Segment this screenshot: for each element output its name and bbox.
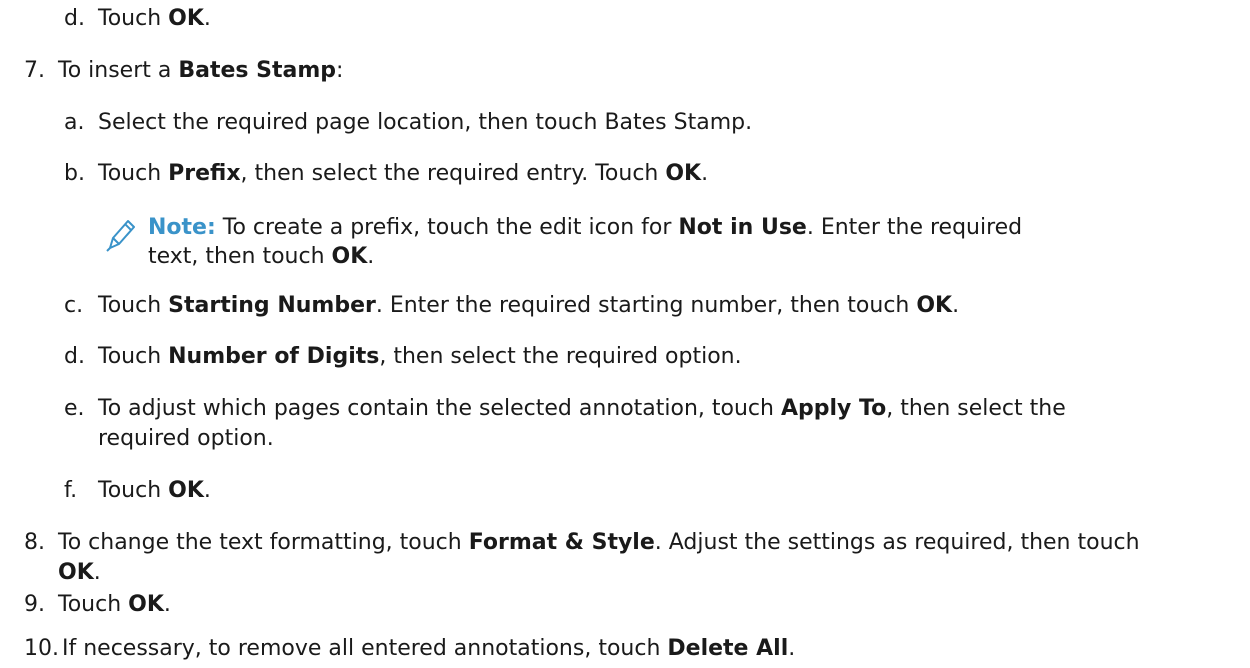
step-text-line-2: required option. — [98, 426, 274, 451]
text-run: To change the text formatting, touch — [58, 530, 469, 555]
bold-run: Format & Style — [468, 530, 655, 555]
pencil-icon — [104, 215, 144, 255]
text-run: Touch — [98, 161, 169, 186]
text-run: To create a prefix, touch the edit icon … — [215, 215, 679, 240]
step-marker: d. — [64, 344, 85, 369]
step-text-line-1: To change the text formatting, touch For… — [58, 528, 1140, 558]
bold-run: Number of Digits — [168, 344, 380, 369]
bold-run: OK — [128, 592, 164, 617]
text-run: , then select the required entry. Touch — [240, 161, 666, 186]
bold-run: OK — [331, 244, 368, 269]
bold-run: Starting Number — [168, 293, 376, 318]
step-text-line-2: OK. — [58, 558, 101, 588]
step-text: Select the required page location, then … — [98, 110, 753, 135]
text-run: . Enter the required — [806, 215, 1023, 240]
step-text: Touch Number of Digits, then select the … — [98, 342, 742, 372]
text-run: Touch — [98, 293, 169, 318]
text-run: Touch — [98, 478, 169, 503]
bold-run: Delete All — [667, 636, 789, 661]
step-marker: 10. — [24, 636, 59, 661]
note-line-2: text, then touch OK. — [148, 242, 374, 272]
text-run: text, then touch — [148, 244, 332, 269]
note-label: Note: — [148, 215, 216, 240]
step-marker: 8. — [24, 530, 45, 555]
step-marker: 9. — [24, 592, 45, 617]
bold-run: OK — [58, 560, 94, 585]
text-run: Touch — [98, 344, 169, 369]
step-text: Touch Starting Number. Enter the require… — [98, 291, 959, 321]
text-run: . — [163, 592, 171, 617]
text-run: . — [367, 244, 375, 269]
step-text: Touch Prefix, then select the required e… — [98, 159, 708, 189]
text-run: . — [788, 636, 796, 661]
note-line-1: Note: To create a prefix, touch the edit… — [148, 213, 1022, 243]
bold-run: Apply To — [780, 396, 887, 421]
bold-run: Not in Use — [678, 215, 807, 240]
text-run: . Adjust the settings as required, then … — [654, 530, 1140, 555]
step-marker: b. — [64, 161, 85, 186]
text-run: Touch — [98, 6, 169, 31]
step-text: Touch OK. — [58, 590, 171, 620]
text-run: . — [701, 161, 709, 186]
text-run: Touch — [58, 592, 129, 617]
step-text: Touch OK. — [98, 4, 211, 34]
text-run: . Enter the required starting number, th… — [375, 293, 917, 318]
step-marker: f. — [64, 478, 78, 503]
text-run: . — [952, 293, 960, 318]
text-run: To insert a — [58, 58, 179, 83]
step-text: Touch OK. — [98, 476, 211, 506]
bold-run: OK — [916, 293, 953, 318]
bold-run: Prefix — [168, 161, 241, 186]
step-marker: d. — [64, 6, 85, 31]
bold-run: OK — [168, 6, 204, 31]
step-text-line-1: To adjust which pages contain the select… — [98, 394, 1066, 424]
text-run: : — [336, 58, 344, 83]
step-marker: a. — [64, 110, 85, 135]
pencil-icon-svg — [106, 220, 135, 252]
text-run: , then select the — [886, 396, 1066, 421]
step-text: If necessary, to remove all entered anno… — [62, 634, 795, 664]
text-run: . — [93, 560, 101, 585]
text-run: . — [203, 478, 211, 503]
step-marker: c. — [64, 293, 84, 318]
step-text: To insert a Bates Stamp: — [58, 56, 343, 86]
step-marker: e. — [64, 396, 85, 421]
bold-run: Bates Stamp — [178, 58, 337, 83]
text-run: If necessary, to remove all entered anno… — [62, 636, 668, 661]
text-run: . — [203, 6, 211, 31]
bold-run: OK — [168, 478, 204, 503]
text-run: , then select the required option. — [379, 344, 742, 369]
document-page: d. Touch OK. 7. To insert a Bates Stamp:… — [0, 0, 1250, 668]
text-run: To adjust which pages contain the select… — [98, 396, 781, 421]
step-marker: 7. — [24, 58, 45, 83]
bold-run: OK — [665, 161, 702, 186]
